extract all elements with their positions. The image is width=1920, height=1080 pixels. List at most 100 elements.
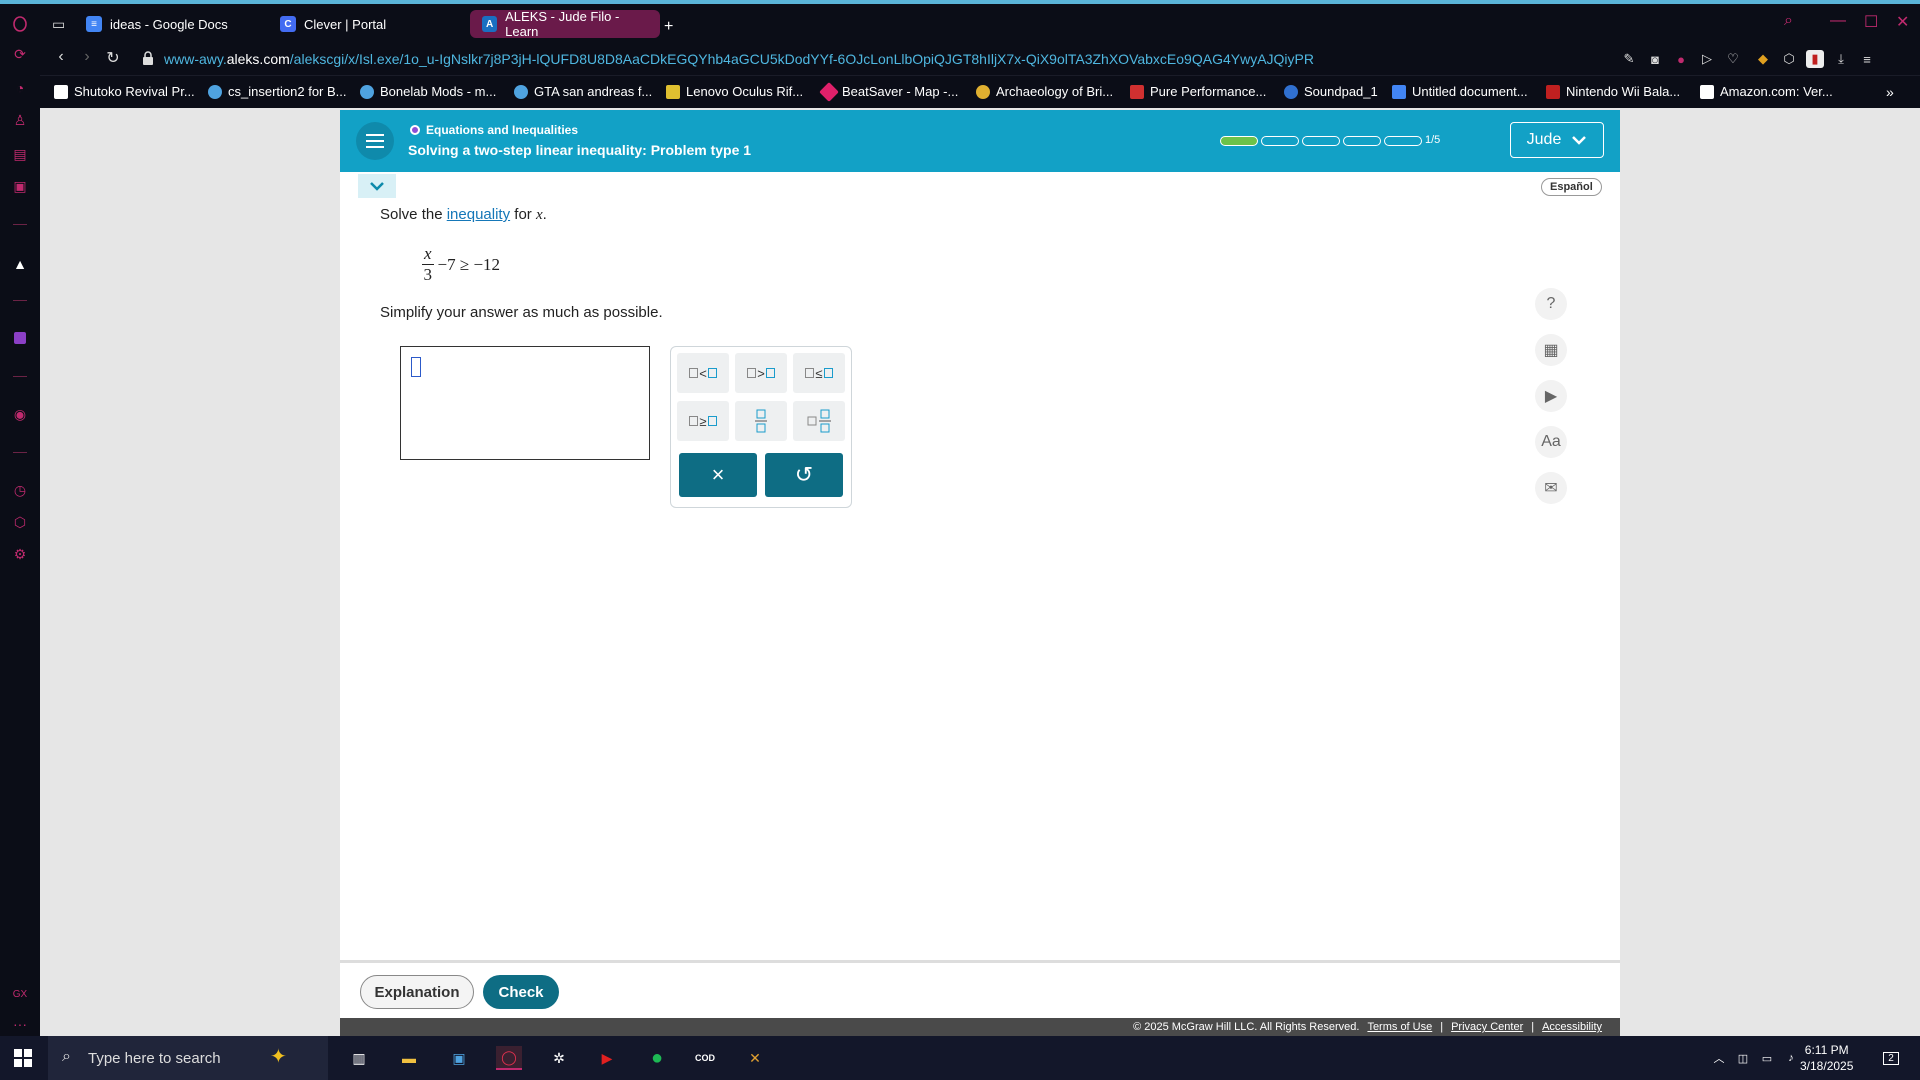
less-than-key[interactable]: < — [677, 353, 729, 393]
menu-icon[interactable]: ≡ — [1858, 50, 1876, 68]
mixed-number-icon — [807, 409, 831, 433]
twitch-icon[interactable] — [8, 326, 32, 350]
accessibility-link[interactable]: Accessibility — [1542, 1021, 1602, 1033]
history-icon[interactable]: ◷ — [8, 478, 32, 502]
video-icon[interactable]: ▶ — [1535, 380, 1567, 412]
tab-search-icon[interactable]: ▭ — [52, 16, 65, 33]
bookmark-item[interactable]: GTA san andreas f... — [514, 84, 652, 99]
settings-icon[interactable]: ⚙ — [8, 542, 32, 566]
tab-clever[interactable]: C Clever | Portal — [268, 10, 458, 38]
bookmark-item[interactable]: BeatSaver - Map -... — [819, 81, 958, 102]
sync-icon[interactable]: ⟳ — [8, 42, 32, 66]
terms-link[interactable]: Terms of Use — [1367, 1021, 1432, 1033]
task-view-icon[interactable]: ▥ — [346, 1046, 372, 1070]
bookmarks-overflow-icon[interactable]: » — [1886, 84, 1894, 100]
snapshot-edit-icon[interactable]: ✎ — [1620, 50, 1638, 68]
messenger-icon[interactable]: ▣ — [8, 174, 32, 198]
espanol-button[interactable]: Español — [1541, 178, 1602, 196]
profile-icon[interactable]: ▮ — [1806, 50, 1824, 68]
mixed-number-key[interactable] — [793, 401, 845, 441]
tray-app-icon[interactable]: ◫ — [1730, 1046, 1756, 1070]
bookmark-item[interactable]: Amazon.com: Ver... — [1700, 84, 1833, 99]
app-icon[interactable]: ✲ — [546, 1046, 572, 1070]
pure-performance-icon — [1130, 84, 1144, 99]
key-symbol: < — [699, 365, 707, 381]
check-button[interactable]: Check — [483, 975, 559, 1009]
answer-input[interactable] — [400, 346, 650, 460]
pinboard-icon[interactable]: ♙ — [8, 108, 32, 132]
calculator-icon[interactable]: ▦ — [1535, 334, 1567, 366]
dictionary-icon[interactable]: Aa — [1535, 426, 1567, 458]
tray-chevron-icon[interactable]: ︿ — [1706, 1046, 1732, 1070]
bookmark-label: Amazon.com: Ver... — [1720, 84, 1833, 99]
privacy-link[interactable]: Privacy Center — [1451, 1021, 1523, 1033]
store-icon[interactable]: ▣ — [446, 1046, 472, 1070]
windows-start-icon[interactable] — [10, 1046, 36, 1070]
maximize-icon[interactable]: ☐ — [1864, 12, 1878, 32]
player-icon[interactable]: ◉ — [8, 402, 32, 426]
vpn-icon[interactable]: ● — [1672, 50, 1690, 68]
tab-aleks[interactable]: A ALEKS - Jude Filo - Learn — [470, 9, 660, 39]
greater-than-key[interactable]: > — [735, 353, 787, 393]
bookmark-label: Soundpad_1 — [1304, 84, 1378, 99]
bookmark-item[interactable]: cs_insertion2 for B... — [208, 84, 347, 99]
amazon-icon — [1700, 84, 1714, 99]
less-equal-key[interactable]: ≤ — [793, 353, 845, 393]
extension-badge-icon[interactable]: ◆ — [1754, 50, 1772, 68]
explanation-button[interactable]: Explanation — [360, 975, 474, 1009]
clear-button[interactable]: × — [679, 453, 757, 497]
undo-button[interactable]: ↺ — [765, 453, 843, 497]
bookmark-label: cs_insertion2 for B... — [228, 84, 347, 99]
taskbar-clock[interactable]: 6:11 PM 3/18/2025 — [1800, 1042, 1853, 1074]
fraction-key[interactable] — [735, 401, 787, 441]
inequality-link[interactable]: inequality — [447, 206, 510, 223]
url-field[interactable]: www-awy.aleks.com/alekscgi/x/Isl.exe/1o_… — [164, 51, 1314, 67]
bookmark-item[interactable]: Soundpad_1 — [1284, 84, 1378, 99]
search-tabs-icon[interactable]: ⌕ — [1784, 12, 1793, 30]
bookmark-item[interactable]: Nintendo Wii Bala... — [1546, 84, 1680, 99]
new-tab-icon[interactable]: + — [664, 18, 673, 36]
network-icon[interactable]: ▭ — [1754, 1046, 1780, 1070]
bookmark-label: GTA san andreas f... — [534, 84, 653, 99]
aria-icon[interactable]: ▲ — [8, 252, 32, 276]
bookmark-item[interactable]: Shutoko Revival Pr... — [54, 84, 195, 99]
heart-icon[interactable]: ♡ — [1724, 50, 1742, 68]
more-icon[interactable]: ··· — [8, 1012, 32, 1036]
tab-google-docs[interactable]: ≡ ideas - Google Docs — [74, 10, 264, 38]
speed-dial-icon[interactable]: ◔ — [8, 76, 32, 100]
help-icon[interactable]: ? — [1535, 288, 1567, 320]
bookmark-item[interactable]: Pure Performance... — [1130, 84, 1266, 99]
collapse-toggle-button[interactable] — [358, 174, 396, 198]
xbox-icon[interactable]: ✕ — [742, 1046, 768, 1070]
hamburger-menu-button[interactable] — [356, 122, 394, 160]
separator: | — [1531, 1021, 1535, 1033]
file-explorer-icon[interactable]: ▬ — [396, 1046, 422, 1070]
taskbar-search-input[interactable]: ⌕ Type here to search ✦ — [48, 1036, 328, 1080]
call-of-duty-icon[interactable]: COD — [692, 1046, 718, 1070]
user-menu-button[interactable]: Jude — [1510, 122, 1604, 158]
cube-icon[interactable]: ⬡ — [1780, 50, 1798, 68]
minimize-icon[interactable]: — — [1830, 12, 1846, 30]
youtube-icon[interactable]: ▶ — [594, 1046, 620, 1070]
opera-gx-taskbar-icon[interactable]: ◯ — [496, 1046, 522, 1070]
bookmark-item[interactable]: Bonelab Mods - m... — [360, 84, 496, 99]
mail-icon[interactable]: ✉ — [1535, 472, 1567, 504]
workspace-icon[interactable]: ▤ — [8, 142, 32, 166]
camera-icon[interactable]: ◙ — [1646, 50, 1664, 68]
reload-icon[interactable]: ↻ — [102, 48, 124, 68]
spotify-icon[interactable]: ● — [644, 1046, 670, 1070]
greater-equal-key[interactable]: ≥ — [677, 401, 729, 441]
bookmark-item[interactable]: Untitled document... — [1392, 84, 1528, 99]
send-icon[interactable]: ▷ — [1698, 50, 1716, 68]
opera-logo-icon[interactable] — [8, 12, 32, 36]
tab-label: Clever | Portal — [304, 16, 387, 32]
back-icon[interactable]: ‹ — [50, 48, 72, 66]
notifications-icon[interactable]: 2 — [1878, 1046, 1904, 1070]
bookmark-item[interactable]: Archaeology of Bri... — [976, 84, 1113, 99]
close-icon[interactable]: ✕ — [1896, 12, 1909, 32]
extensions-icon[interactable]: ⬡ — [8, 510, 32, 534]
download-icon[interactable]: ⤓ — [1832, 50, 1850, 68]
chevron-down-icon — [370, 182, 384, 191]
bookmark-item[interactable]: Lenovo Oculus Rif... — [666, 84, 803, 99]
forward-icon[interactable]: › — [76, 48, 98, 66]
